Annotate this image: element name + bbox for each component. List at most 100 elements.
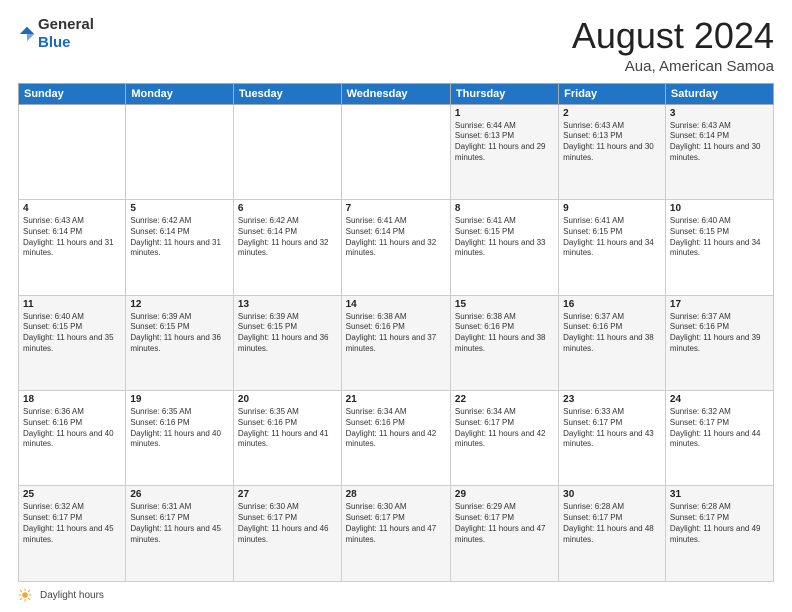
calendar-cell bbox=[126, 104, 234, 199]
day-number: 29 bbox=[455, 489, 554, 500]
day-info: Sunrise: 6:37 AM Sunset: 6:16 PM Dayligh… bbox=[563, 312, 661, 355]
daylight-label: Daylight hours bbox=[40, 590, 104, 601]
sun-icon bbox=[18, 588, 32, 602]
calendar-week-row: 1Sunrise: 6:44 AM Sunset: 6:13 PM Daylig… bbox=[19, 104, 774, 199]
day-info: Sunrise: 6:42 AM Sunset: 6:14 PM Dayligh… bbox=[130, 216, 229, 259]
day-number: 24 bbox=[670, 394, 769, 405]
calendar-cell: 31Sunrise: 6:28 AM Sunset: 6:17 PM Dayli… bbox=[665, 486, 773, 582]
logo: General Blue bbox=[18, 16, 94, 52]
calendar-cell: 6 Sunrise: 6:42 AM Sunset: 6:14 PM Daylig… bbox=[233, 200, 341, 295]
day-number: 17 bbox=[670, 299, 769, 310]
day-number: 13 bbox=[238, 299, 337, 310]
calendar-cell: 1Sunrise: 6:44 AM Sunset: 6:13 PM Daylig… bbox=[450, 104, 558, 199]
day-info: Sunrise: 6:41 AM Sunset: 6:15 PM Dayligh… bbox=[455, 216, 554, 259]
day-info: Sunrise: 6:28 AM Sunset: 6:17 PM Dayligh… bbox=[670, 502, 769, 545]
calendar-cell: 24 Sunrise: 6:32 AM Sunset: 6:17 PM Dayli… bbox=[665, 391, 773, 486]
day-info: Sunrise: 6:30 AM Sunset: 6:17 PM Dayligh… bbox=[346, 502, 446, 545]
calendar-cell: 7 Sunrise: 6:41 AM Sunset: 6:14 PM Daylig… bbox=[341, 200, 450, 295]
day-info: Sunrise: 6:41 AM Sunset: 6:14 PM Dayligh… bbox=[346, 216, 446, 259]
day-number: 23 bbox=[563, 394, 661, 405]
day-number: 16 bbox=[563, 299, 661, 310]
calendar-header-row: SundayMondayTuesdayWednesdayThursdayFrid… bbox=[19, 83, 774, 104]
day-number: 20 bbox=[238, 394, 337, 405]
calendar-weekday-wednesday: Wednesday bbox=[341, 83, 450, 104]
day-info: Sunrise: 6:32 AM Sunset: 6:17 PM Dayligh… bbox=[23, 502, 121, 545]
day-info: Sunrise: 6:38 AM Sunset: 6:16 PM Dayligh… bbox=[346, 312, 446, 355]
day-number: 27 bbox=[238, 489, 337, 500]
calendar-cell: 17 Sunrise: 6:37 AM Sunset: 6:16 PM Dayli… bbox=[665, 295, 773, 390]
day-number: 2 bbox=[563, 108, 661, 119]
day-info: Sunrise: 6:37 AM Sunset: 6:16 PM Dayligh… bbox=[670, 312, 769, 355]
day-info: Sunrise: 6:35 AM Sunset: 6:16 PM Dayligh… bbox=[238, 407, 337, 450]
calendar-cell: 2Sunrise: 6:43 AM Sunset: 6:13 PM Daylig… bbox=[559, 104, 666, 199]
calendar-week-row: 4 Sunrise: 6:43 AM Sunset: 6:14 PM Daylig… bbox=[19, 200, 774, 295]
calendar-cell: 23 Sunrise: 6:33 AM Sunset: 6:17 PM Dayli… bbox=[559, 391, 666, 486]
calendar-cell: 26Sunrise: 6:31 AM Sunset: 6:17 PM Dayli… bbox=[126, 486, 234, 582]
logo-blue: Blue bbox=[38, 34, 71, 51]
day-info: Sunrise: 6:29 AM Sunset: 6:17 PM Dayligh… bbox=[455, 502, 554, 545]
day-info: Sunrise: 6:30 AM Sunset: 6:17 PM Dayligh… bbox=[238, 502, 337, 545]
day-number: 22 bbox=[455, 394, 554, 405]
day-number: 6 bbox=[238, 203, 337, 214]
calendar-cell: 18 Sunrise: 6:36 AM Sunset: 6:16 PM Dayli… bbox=[19, 391, 126, 486]
calendar-cell: 27 Sunrise: 6:30 AM Sunset: 6:17 PM Dayli… bbox=[233, 486, 341, 582]
day-info: Sunrise: 6:36 AM Sunset: 6:16 PM Dayligh… bbox=[23, 407, 121, 450]
day-number: 3 bbox=[670, 108, 769, 119]
day-info: Sunrise: 6:42 AM Sunset: 6:14 PM Dayligh… bbox=[238, 216, 337, 259]
day-info: Sunrise: 6:40 AM Sunset: 6:15 PM Dayligh… bbox=[670, 216, 769, 259]
day-number: 12 bbox=[130, 299, 229, 310]
calendar-weekday-saturday: Saturday bbox=[665, 83, 773, 104]
logo-icon bbox=[18, 25, 36, 43]
calendar-cell: 29 Sunrise: 6:29 AM Sunset: 6:17 PM Dayli… bbox=[450, 486, 558, 582]
calendar-cell: 22 Sunrise: 6:34 AM Sunset: 6:17 PM Dayli… bbox=[450, 391, 558, 486]
calendar-cell: 25 Sunrise: 6:32 AM Sunset: 6:17 PM Dayli… bbox=[19, 486, 126, 582]
day-number: 28 bbox=[346, 489, 446, 500]
calendar-cell: 4 Sunrise: 6:43 AM Sunset: 6:14 PM Daylig… bbox=[19, 200, 126, 295]
day-info: Sunrise: 6:43 AM Sunset: 6:14 PM Dayligh… bbox=[23, 216, 121, 259]
day-number: 5 bbox=[130, 203, 229, 214]
day-number: 19 bbox=[130, 394, 229, 405]
calendar-cell: 8 Sunrise: 6:41 AM Sunset: 6:15 PM Daylig… bbox=[450, 200, 558, 295]
day-info: Sunrise: 6:33 AM Sunset: 6:17 PM Dayligh… bbox=[563, 407, 661, 450]
calendar-cell: 21 Sunrise: 6:34 AM Sunset: 6:16 PM Dayli… bbox=[341, 391, 450, 486]
day-number: 14 bbox=[346, 299, 446, 310]
day-number: 10 bbox=[670, 203, 769, 214]
calendar-weekday-sunday: Sunday bbox=[19, 83, 126, 104]
calendar-cell: 15Sunrise: 6:38 AM Sunset: 6:16 PM Dayli… bbox=[450, 295, 558, 390]
day-number: 8 bbox=[455, 203, 554, 214]
day-info: Sunrise: 6:35 AM Sunset: 6:16 PM Dayligh… bbox=[130, 407, 229, 450]
header: General Blue August 2024 Aua, American S… bbox=[18, 16, 774, 75]
day-number: 15 bbox=[455, 299, 554, 310]
day-number: 9 bbox=[563, 203, 661, 214]
calendar-weekday-monday: Monday bbox=[126, 83, 234, 104]
day-number: 4 bbox=[23, 203, 121, 214]
calendar-cell: 30Sunrise: 6:28 AM Sunset: 6:17 PM Dayli… bbox=[559, 486, 666, 582]
day-info: Sunrise: 6:34 AM Sunset: 6:17 PM Dayligh… bbox=[455, 407, 554, 450]
calendar-table: SundayMondayTuesdayWednesdayThursdayFrid… bbox=[18, 83, 774, 582]
calendar-cell: 20 Sunrise: 6:35 AM Sunset: 6:16 PM Dayli… bbox=[233, 391, 341, 486]
day-number: 21 bbox=[346, 394, 446, 405]
day-number: 7 bbox=[346, 203, 446, 214]
calendar-cell: 11Sunrise: 6:40 AM Sunset: 6:15 PM Dayli… bbox=[19, 295, 126, 390]
day-number: 30 bbox=[563, 489, 661, 500]
day-number: 1 bbox=[455, 108, 554, 119]
calendar-week-row: 11Sunrise: 6:40 AM Sunset: 6:15 PM Dayli… bbox=[19, 295, 774, 390]
day-info: Sunrise: 6:43 AM Sunset: 6:14 PM Dayligh… bbox=[670, 121, 769, 164]
calendar-cell bbox=[233, 104, 341, 199]
day-info: Sunrise: 6:39 AM Sunset: 6:15 PM Dayligh… bbox=[130, 312, 229, 355]
day-info: Sunrise: 6:41 AM Sunset: 6:15 PM Dayligh… bbox=[563, 216, 661, 259]
day-info: Sunrise: 6:34 AM Sunset: 6:16 PM Dayligh… bbox=[346, 407, 446, 450]
day-number: 26 bbox=[130, 489, 229, 500]
calendar-cell: 5 Sunrise: 6:42 AM Sunset: 6:14 PM Daylig… bbox=[126, 200, 234, 295]
day-number: 18 bbox=[23, 394, 121, 405]
footer: Daylight hours bbox=[18, 588, 774, 602]
title-block: August 2024 Aua, American Samoa bbox=[572, 16, 774, 75]
calendar-cell: 28 Sunrise: 6:30 AM Sunset: 6:17 PM Dayli… bbox=[341, 486, 450, 582]
day-number: 25 bbox=[23, 489, 121, 500]
calendar-weekday-tuesday: Tuesday bbox=[233, 83, 341, 104]
calendar-week-row: 18 Sunrise: 6:36 AM Sunset: 6:16 PM Dayli… bbox=[19, 391, 774, 486]
day-info: Sunrise: 6:40 AM Sunset: 6:15 PM Dayligh… bbox=[23, 312, 121, 355]
calendar-weekday-thursday: Thursday bbox=[450, 83, 558, 104]
day-info: Sunrise: 6:32 AM Sunset: 6:17 PM Dayligh… bbox=[670, 407, 769, 450]
calendar-cell: 12 Sunrise: 6:39 AM Sunset: 6:15 PM Dayli… bbox=[126, 295, 234, 390]
